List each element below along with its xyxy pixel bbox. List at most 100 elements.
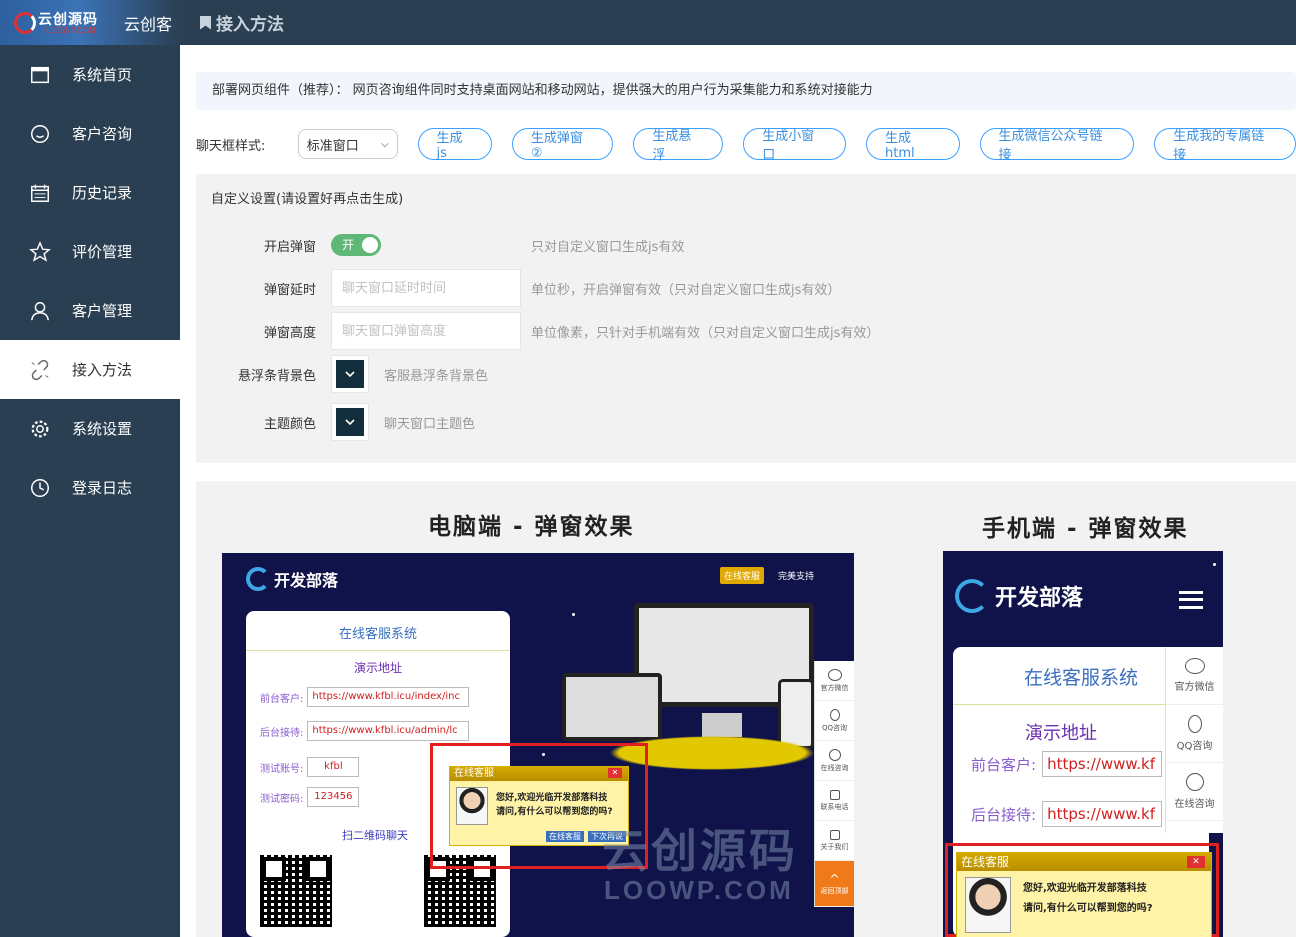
- sidebar-item-label: 客户管理: [72, 302, 133, 320]
- style-row: 聊天框样式: 标准窗口 ⌵ 生成js 生成弹窗② 生成悬浮 生成小窗口 生成ht…: [196, 128, 1296, 163]
- pc-preview-image: 开发部落 在线客服 完美支持 在线客服系统 演示地址 前台客户: https:/…: [222, 553, 854, 937]
- chevron-down-icon: ⌵: [380, 138, 389, 150]
- rail-item: 关于我们: [815, 821, 854, 861]
- window-icon: [28, 63, 52, 87]
- generate-float-button[interactable]: 生成悬浮: [633, 128, 724, 163]
- pc-brand: 开发部落: [246, 567, 338, 591]
- agent-avatar: [456, 787, 488, 825]
- wechat-icon: [1184, 658, 1205, 674]
- pc-card-title: 在线客服系统: [338, 627, 417, 642]
- mobile-popup-msg2: 请问,有什么可以帮到您的吗?: [1023, 903, 1153, 914]
- mobile-popup-msg1: 您好,欢迎光临开发部落科技: [1023, 883, 1147, 894]
- delay-input[interactable]: 聊天窗口延时时间: [331, 269, 521, 307]
- generate-popup-button[interactable]: 生成弹窗②: [511, 128, 614, 161]
- style-select[interactable]: 标准窗口 ⌵: [297, 129, 398, 159]
- generate-my-link-button[interactable]: 生成我的专属链接: [1154, 128, 1296, 163]
- generate-wechat-link-button[interactable]: 生成微信公众号链接: [979, 128, 1135, 163]
- close-icon: ✕: [1187, 856, 1205, 868]
- rail-item: 在线咨询: [1166, 763, 1223, 821]
- sidebar: 云创源码 LOOWP.COM 云创客 系统首页 客户咨询 历史记录 评价管理 客…: [0, 0, 180, 937]
- sidebar-item-label: 系统首页: [72, 66, 133, 84]
- mobile-popup-title: 在线客服: [961, 855, 1010, 869]
- logo-bar: 云创源码 LOOWP.COM 云创客: [0, 0, 180, 45]
- page-title: 接入方法: [216, 15, 284, 35]
- popup-toggle-state: 开: [342, 238, 355, 252]
- rail-item: 在线咨询: [815, 741, 854, 781]
- sidebar-item-label: 系统设置: [72, 420, 133, 438]
- pc-popup-msg1: 您好,欢迎光临开发部落科技: [496, 793, 608, 803]
- chevron-down-icon: [345, 371, 355, 378]
- pc-nav-online: 在线客服: [720, 567, 765, 584]
- wechat-icon: [827, 668, 842, 681]
- laptop-image: [562, 673, 662, 741]
- page-header: 接入方法: [180, 0, 1296, 45]
- delay-label: 弹窗延时: [263, 282, 316, 298]
- sidebar-item-consult[interactable]: 客户咨询: [0, 104, 180, 163]
- pc-account-row: 测试账号: kfbl: [260, 757, 360, 777]
- delay-hint: 单位秒，开启弹窗有效（只对自定义窗口生成js有效）: [531, 282, 841, 298]
- smile-icon: [28, 122, 52, 146]
- pc-demo-label: 演示地址: [353, 661, 402, 675]
- pc-popup-btn-online: 在线客服: [546, 831, 584, 842]
- sidebar-item-home[interactable]: 系统首页: [0, 45, 180, 104]
- notice-banner: 部署网页组件（推荐）： 网页咨询组件同时支持桌面网站和移动网站，提供强大的用户行…: [196, 72, 1296, 110]
- theme-color-picker[interactable]: [331, 403, 369, 441]
- float-color-hint: 客服悬浮条背景色: [384, 368, 489, 384]
- chevron-down-icon: [345, 419, 355, 426]
- popup-toggle-row: 开启弹窗 开 只对自定义窗口生成js有效: [196, 234, 684, 256]
- toggle-knob: [362, 237, 378, 253]
- sidebar-item-label: 客户咨询: [72, 125, 133, 143]
- mobile-brand: 开发部落: [955, 579, 1083, 613]
- generate-small-window-button[interactable]: 生成小窗口: [743, 128, 847, 163]
- float-color-picker[interactable]: [331, 355, 369, 393]
- logo-subtext: LOOWP.COM: [46, 25, 96, 35]
- float-color-row: 悬浮条背景色 客服悬浮条背景色: [196, 355, 488, 393]
- sidebar-item-label: 评价管理: [72, 243, 133, 261]
- pc-preview-title: 电脑端 - 弹窗效果: [428, 514, 635, 540]
- sidebar-item-access[interactable]: 接入方法: [0, 340, 180, 399]
- color-swatch: [336, 360, 364, 388]
- pen-icon: [829, 829, 840, 840]
- pc-nav-support: 完美支持: [778, 572, 815, 582]
- star-icon: [28, 240, 52, 264]
- mobile-preview-image: 开发部落 在线客服系统 演示地址 前台客户: https://www.kf 后台…: [943, 551, 1223, 937]
- qr-code-icon: [256, 851, 336, 931]
- link-icon: [28, 358, 52, 382]
- height-input[interactable]: 聊天窗口弹窗高度: [331, 312, 521, 350]
- qq-icon: [1187, 715, 1202, 733]
- theme-color-label: 主题颜色: [263, 416, 316, 432]
- custom-settings-panel: 自定义设置(请设置好再点击生成) 开启弹窗 开 只对自定义窗口生成js有效 弹窗…: [196, 174, 1296, 463]
- close-icon: ✕: [608, 768, 622, 778]
- watermark-cn: 云创源码: [602, 824, 798, 878]
- rail-item: ^ 返回顶部: [815, 861, 854, 907]
- popup-toggle[interactable]: 开: [331, 234, 381, 256]
- sidebar-item-rating[interactable]: 评价管理: [0, 222, 180, 281]
- rail-item: QQ咨询: [1166, 705, 1223, 763]
- mobile-preview-title: 手机端 - 弹窗效果: [982, 516, 1189, 542]
- main-content: 部署网页组件（推荐）： 网页咨询组件同时支持桌面网站和移动网站，提供强大的用户行…: [180, 45, 1296, 937]
- height-hint: 单位像素，只针对手机端有效（只对自定义窗口生成js有效）: [531, 325, 880, 341]
- sidebar-item-history[interactable]: 历史记录: [0, 163, 180, 222]
- gear-icon: [28, 417, 52, 441]
- sidebar-item-customers[interactable]: 客户管理: [0, 281, 180, 340]
- theme-color-hint: 聊天窗口主题色: [384, 416, 476, 432]
- mobile-back-row: 后台接待: https://www.kf: [971, 801, 1163, 827]
- calendar-icon: [28, 181, 52, 205]
- popup-toggle-label: 开启弹窗: [263, 239, 316, 255]
- phone-icon: [829, 789, 840, 800]
- style-select-value: 标准窗口: [306, 138, 359, 154]
- sidebar-item-settings[interactable]: 系统设置: [0, 399, 180, 458]
- qq-icon: [829, 708, 840, 721]
- sidebar-item-login-log[interactable]: 登录日志: [0, 458, 180, 517]
- users-icon: [28, 299, 52, 323]
- rail-item: 联系电话: [815, 781, 854, 821]
- generate-html-button[interactable]: 生成html: [866, 128, 960, 161]
- app-name: 云创客: [124, 14, 173, 34]
- pc-front-row: 前台客户: https://www.kfbl.icu/index/inc: [260, 687, 470, 707]
- sidebar-item-label: 登录日志: [72, 479, 133, 497]
- generate-js-button[interactable]: 生成js: [417, 128, 492, 161]
- watermark-en: LOOWP.COM: [604, 875, 794, 905]
- height-label: 弹窗高度: [263, 325, 316, 341]
- custom-settings-title: 自定义设置(请设置好再点击生成): [211, 192, 404, 207]
- pc-popup-title: 在线客服: [454, 768, 494, 779]
